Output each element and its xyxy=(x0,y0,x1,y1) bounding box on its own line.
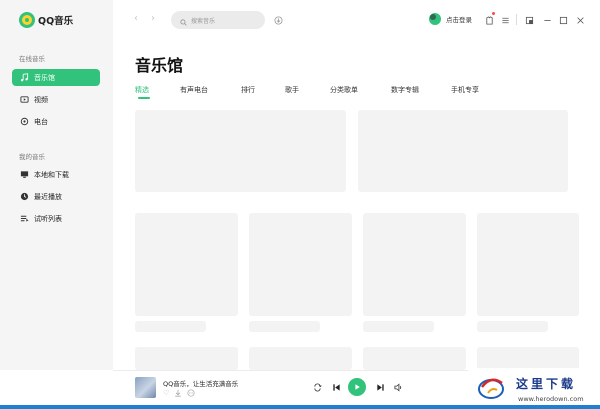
sidebar-item-label: 本地和下载 xyxy=(34,170,69,179)
cover-placeholder xyxy=(363,347,466,370)
cover-placeholder xyxy=(249,347,352,370)
like-icon[interactable]: ♡ xyxy=(163,389,169,399)
active-tab-indicator xyxy=(138,97,150,99)
search-placeholder: 搜索音乐 xyxy=(191,17,216,25)
previous-icon[interactable] xyxy=(331,382,341,392)
tab-mobile-exclusive[interactable]: 手机专享 xyxy=(451,85,479,95)
sidebar-item-trial-list[interactable]: 试听列表 xyxy=(12,210,100,227)
search-icon xyxy=(180,11,187,30)
sidebar-item-music-hall[interactable]: 音乐馆 xyxy=(12,69,100,86)
title-placeholder xyxy=(249,321,320,332)
watermark: 这里下载 www.herodown.com xyxy=(468,368,600,409)
volume-icon[interactable] xyxy=(393,382,403,392)
notification-dot xyxy=(492,12,495,15)
music-note-icon xyxy=(19,73,29,83)
radio-icon xyxy=(19,117,29,127)
play-button[interactable] xyxy=(348,378,366,396)
app-logo[interactable]: QQ音乐 xyxy=(19,11,73,29)
app-window: QQ音乐 在线音乐 音乐馆 视频 电台 我的音乐 本地和下载 最近播放 试听列表… xyxy=(0,0,600,409)
album-cover[interactable] xyxy=(135,377,156,398)
sidebar-item-label: 音乐馆 xyxy=(34,73,55,82)
tab-audio-radio[interactable]: 有声电台 xyxy=(180,85,208,95)
title-placeholder xyxy=(363,321,434,332)
login-button[interactable]: 点击登录 xyxy=(429,13,472,25)
tab-digital-albums[interactable]: 数字专辑 xyxy=(391,85,419,95)
sidebar-item-label: 电台 xyxy=(34,117,48,126)
toolbar-divider xyxy=(516,14,517,25)
logo-text: QQ音乐 xyxy=(38,16,74,27)
close-icon[interactable] xyxy=(575,15,585,25)
cover-placeholder xyxy=(477,347,579,370)
banner-placeholder xyxy=(358,110,568,192)
search-input[interactable]: 搜索音乐 xyxy=(171,11,265,29)
sidebar: QQ音乐 在线音乐 音乐馆 视频 电台 我的音乐 本地和下载 最近播放 试听列表 xyxy=(0,0,113,370)
online-music-section-title: 在线音乐 xyxy=(19,55,45,63)
voice-search-icon[interactable] xyxy=(273,15,283,25)
sidebar-item-radio[interactable]: 电台 xyxy=(12,113,100,130)
cover-placeholder xyxy=(135,213,238,316)
page-title: 音乐馆 xyxy=(135,56,184,75)
title-placeholder xyxy=(135,321,206,332)
top-bar: ‹ › 搜索音乐 点击登录 xyxy=(113,0,600,40)
title-placeholder xyxy=(477,321,548,332)
back-arrow-icon[interactable]: ‹ xyxy=(134,13,138,24)
tab-charts[interactable]: 排行 xyxy=(241,85,255,95)
mini-mode-icon[interactable] xyxy=(524,15,534,25)
menu-icon[interactable] xyxy=(500,15,510,25)
watermark-url: www.herodown.com xyxy=(518,395,584,403)
song-title[interactable]: QQ音乐，让生活充满音乐 xyxy=(163,378,238,388)
watermark-title: 这里下载 xyxy=(516,377,577,391)
skin-icon[interactable] xyxy=(484,15,494,25)
login-text: 点击登录 xyxy=(446,16,472,24)
cover-placeholder xyxy=(477,213,579,316)
clock-icon xyxy=(19,192,29,202)
sidebar-item-video[interactable]: 视频 xyxy=(12,91,100,108)
minimize-icon[interactable] xyxy=(542,15,552,25)
banner-placeholder xyxy=(135,110,346,192)
my-music-section-title: 我的音乐 xyxy=(19,153,45,161)
cover-placeholder xyxy=(363,213,466,316)
cover-placeholder xyxy=(249,213,352,316)
qq-music-logo-icon xyxy=(19,12,35,28)
tab-featured[interactable]: 精选 xyxy=(135,85,149,95)
next-icon[interactable] xyxy=(375,382,385,392)
watermark-logo-icon xyxy=(478,378,504,399)
sidebar-item-label: 视频 xyxy=(34,95,48,104)
tab-playlists[interactable]: 分类歌单 xyxy=(330,85,358,95)
download-icon[interactable] xyxy=(174,389,182,399)
video-icon xyxy=(19,95,29,105)
playlist-icon xyxy=(19,214,29,224)
computer-icon xyxy=(19,170,29,180)
cover-placeholder xyxy=(135,347,238,370)
avatar xyxy=(429,13,441,25)
more-icon[interactable] xyxy=(187,389,195,399)
play-mode-icon[interactable] xyxy=(312,382,322,392)
tab-singers[interactable]: 歌手 xyxy=(285,85,299,95)
sidebar-item-recent[interactable]: 最近播放 xyxy=(12,188,100,205)
song-actions: ♡ xyxy=(163,389,195,399)
sidebar-item-label: 试听列表 xyxy=(34,214,62,223)
maximize-icon[interactable] xyxy=(558,15,568,25)
bottom-accent-line xyxy=(0,405,600,409)
sidebar-item-label: 最近播放 xyxy=(34,192,62,201)
forward-arrow-icon[interactable]: › xyxy=(151,13,155,24)
sidebar-item-local-download[interactable]: 本地和下载 xyxy=(12,166,100,183)
